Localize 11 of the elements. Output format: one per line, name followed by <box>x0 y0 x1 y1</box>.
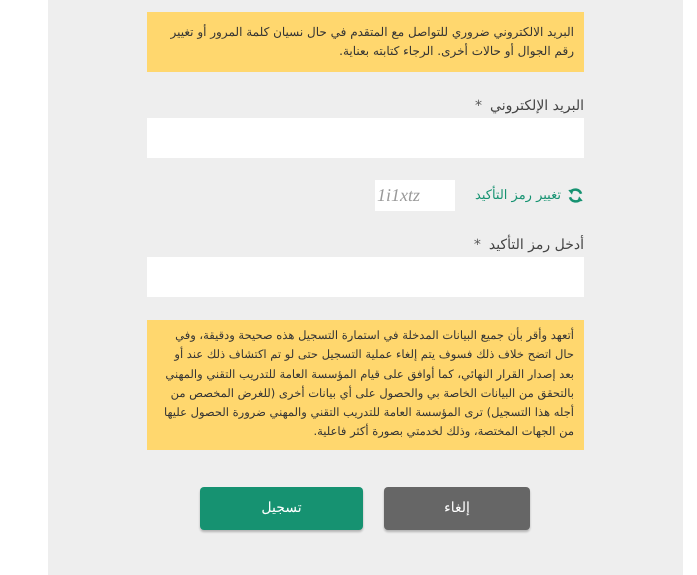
notice-text: أتعهد وأقر بأن جميع البيانات المدخلة في استمارة التسجيل هذه صحيحة ودقيقة، وفي حال اتضح خلاف ذلك فسوف يتم إلغاء عملية التسجيل حتى لو تم اكتشاف ذلك عند أو بعد إصدار القرار النهائي، كما أوافق على قيام المؤسسة العامة للتدريب التقني والمهني بالتحقق من البيانات الخاصة بي والحصول على أي بيانات أخرى (للغرض المخصص من أجله هذا التسجيل) ترى المؤسسة العامة للتدريب التقني والمهني ضرورة الحصول عليها من الجهات المختصة، وذلك لخدمتي بصورة أكثر فاعلية. <box>147 320 584 450</box>
captcha-image: 1i1xtz <box>375 180 456 211</box>
refresh-label[interactable]: تغيير رمز التأكيد <box>475 188 561 203</box>
refresh-icon[interactable] <box>567 187 584 204</box>
register-button[interactable]: تسجيل <box>200 486 363 530</box>
required-mark: * <box>475 98 482 114</box>
field-label: البريد الإلكتروني <box>490 98 584 114</box>
cancel-button[interactable]: إلغاء <box>384 486 530 530</box>
field-label: أدخل رمز التأكيد <box>488 237 584 253</box>
required-mark: * <box>474 237 481 253</box>
notice-text: البريد الالكتروني ضروري للتواصل مع المتقدم في حال نسيان كلمة المرور أو تغيير رقم الجوال أو حالات أخرى. الرجاء كتابته بعناية. <box>147 12 584 72</box>
